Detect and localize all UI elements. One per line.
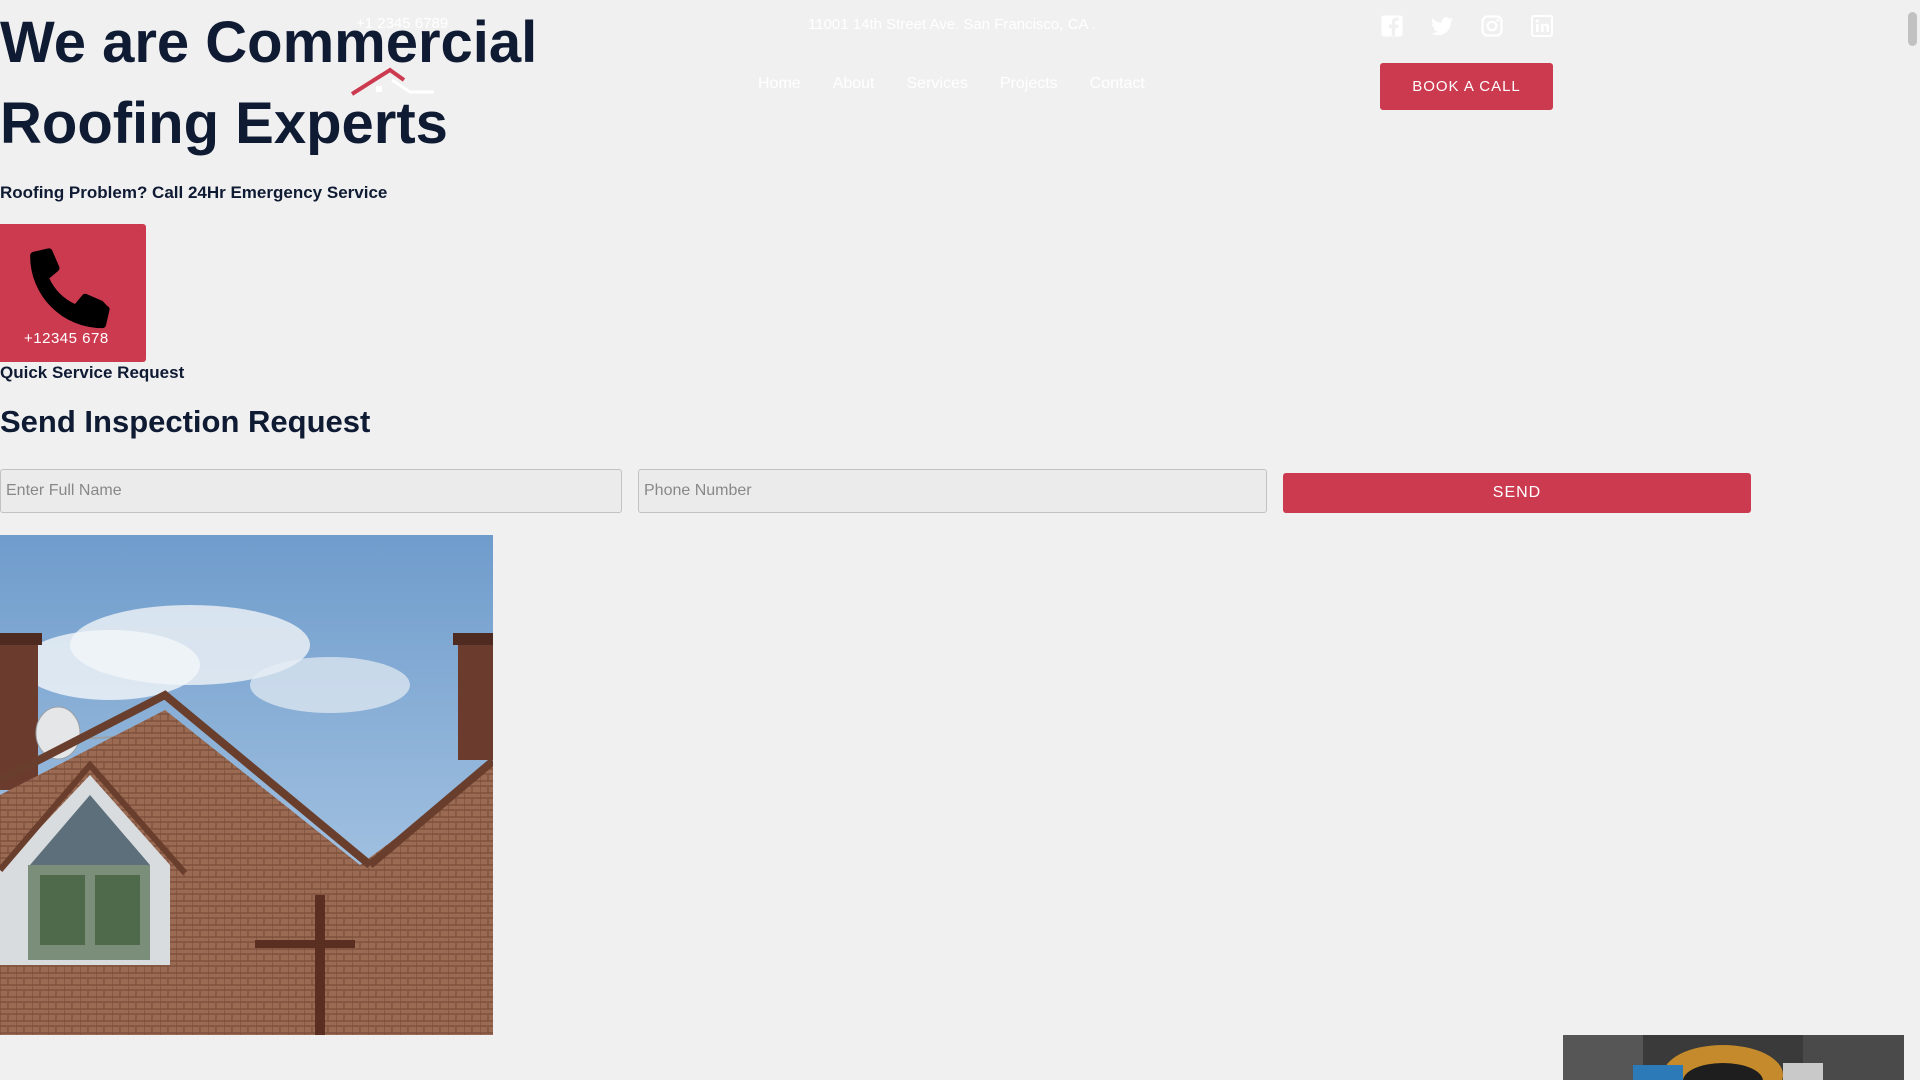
nav-home[interactable]: Home [758,75,801,93]
nav-about[interactable]: About [833,75,875,93]
nav-services[interactable]: Services [907,75,968,93]
send-button[interactable]: SEND [1283,473,1751,513]
phone-number-input[interactable] [638,469,1267,513]
main-nav: Home About Services Projects Contact [758,75,1177,93]
hero-subtitle: Roofing Problem? Call 24Hr Emergency Ser… [0,183,388,202]
call-button[interactable]: +12345 678 [0,224,146,362]
full-name-input[interactable] [0,469,622,513]
twitter-icon[interactable] [1430,14,1454,38]
quick-service-label: Quick Service Request [0,363,185,382]
instagram-icon[interactable] [1480,14,1504,38]
worker-photo [1563,1035,1905,1080]
scrollbar-thumb[interactable] [1908,12,1917,46]
page-scrollbar[interactable] [1904,0,1920,1080]
topbar-address: 11001 14th Street Ave. San Francisco, CA… [808,16,1096,33]
nav-projects[interactable]: Projects [1000,75,1058,93]
form-title: Send Inspection Request [0,404,371,439]
hero-title: We are Commercial Roofing Experts [0,10,538,156]
call-number: +12345 678 [24,330,109,347]
linkedin-icon[interactable] [1530,14,1554,38]
roof-photo [0,535,493,1035]
phone-icon [30,248,110,329]
facebook-icon[interactable] [1380,14,1404,38]
book-call-button[interactable]: BOOK A CALL [1380,63,1553,110]
nav-contact[interactable]: Contact [1090,75,1145,93]
